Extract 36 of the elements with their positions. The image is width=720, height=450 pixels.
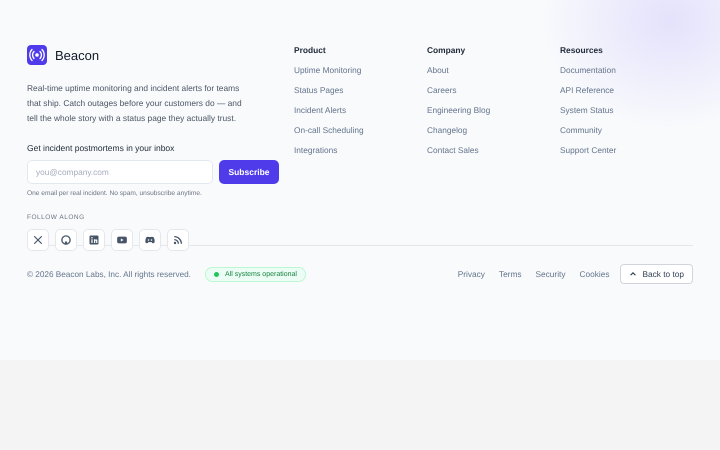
back-to-top-button[interactable]: Back to top <box>620 264 693 284</box>
legal-link[interactable]: Security <box>536 269 566 279</box>
column-heading: Company <box>427 45 466 55</box>
footer-link[interactable]: Engineering Blog <box>427 105 560 115</box>
gamepad-icon[interactable] <box>139 229 161 251</box>
footer-link[interactable]: On-call Scheduling <box>294 125 427 135</box>
footer-link[interactable]: Community <box>560 125 693 135</box>
newsletter-heading: Get incident postmortems in your inbox <box>27 143 176 153</box>
copyright: © 2026 Beacon Labs, Inc. All rights reserved. <box>27 270 191 278</box>
footer-link[interactable]: Incident Alerts <box>294 105 427 115</box>
footer-link[interactable]: Contact Sales <box>427 145 560 155</box>
email-field[interactable]: you@company.com <box>27 160 213 184</box>
footer-link[interactable]: Status Pages <box>294 85 427 95</box>
footer-link[interactable]: System Status <box>560 105 693 115</box>
footer-link[interactable]: Support Center <box>560 145 693 155</box>
legal-link[interactable]: Cookies <box>580 269 610 279</box>
logo-icon <box>27 45 47 65</box>
caret-up-icon <box>629 270 638 278</box>
x-icon[interactable] <box>27 229 49 251</box>
subscribe-button[interactable]: Subscribe <box>219 160 279 184</box>
legal-link[interactable]: Terms <box>498 269 522 279</box>
footer-link[interactable]: Documentation <box>560 65 693 75</box>
video-play-icon[interactable] <box>111 229 133 251</box>
footer-link[interactable]: About <box>427 65 560 75</box>
footer-link[interactable]: Uptime Monitoring <box>294 65 427 75</box>
brand-name: Beacon <box>55 48 100 62</box>
tagline: Real-time uptime monitoring and incident alerts for teams that ship. Catch outages before your customers do — and tell the whole story with a status page they actually trust. <box>27 82 242 125</box>
legal-link[interactable]: Privacy <box>458 269 485 279</box>
column-heading: Resources <box>560 45 604 55</box>
footer-link[interactable]: Changelog <box>427 125 560 135</box>
footer-link[interactable]: Careers <box>427 85 560 95</box>
rss-icon[interactable] <box>167 229 189 251</box>
footer-link[interactable]: API Reference <box>560 85 693 95</box>
linkedin-icon[interactable] <box>83 229 105 251</box>
column-heading: Product <box>294 45 327 55</box>
footer-link[interactable]: Integrations <box>294 145 427 155</box>
